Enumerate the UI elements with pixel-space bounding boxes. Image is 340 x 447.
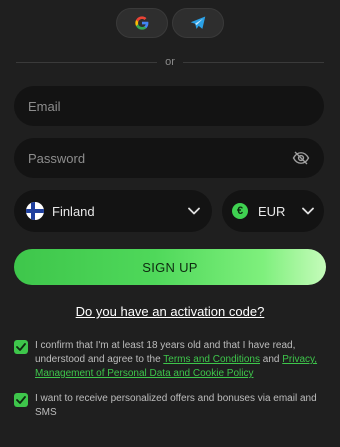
divider-line-left [16, 61, 158, 63]
or-divider: or [16, 56, 324, 68]
password-input[interactable] [28, 150, 278, 166]
email-input[interactable] [28, 98, 310, 114]
checkmark-icon [16, 396, 26, 404]
country-select[interactable]: Finland [14, 190, 212, 232]
activation-code-link[interactable]: Do you have an activation code? [0, 304, 340, 319]
terms-consent-row: I confirm that I'm at least 18 years old… [14, 339, 330, 381]
divider-line-right [182, 61, 324, 63]
terms-and-conditions-link[interactable]: Terms and Conditions [163, 354, 260, 365]
finland-flag-icon [26, 202, 44, 220]
checkmark-icon [16, 343, 26, 351]
terms-consent-text: I confirm that I'm at least 18 years old… [35, 339, 330, 381]
telegram-icon [190, 16, 206, 29]
google-login-button[interactable] [116, 8, 168, 38]
offers-consent-row: I want to receive personalized offers an… [14, 392, 330, 420]
currency-select[interactable]: € EUR [222, 190, 324, 232]
country-value: Finland [52, 203, 95, 219]
terms-checkbox[interactable] [14, 340, 28, 354]
chevron-down-icon [188, 207, 200, 215]
password-field[interactable] [14, 138, 324, 178]
eye-off-icon[interactable] [292, 150, 310, 166]
euro-icon: € [232, 203, 248, 219]
social-login-row [0, 8, 340, 40]
sign-up-button[interactable]: SIGN UP [14, 249, 326, 285]
offers-consent-text: I want to receive personalized offers an… [35, 393, 317, 418]
offers-checkbox[interactable] [14, 393, 28, 407]
terms-text-middle: and [259, 354, 283, 365]
email-field[interactable] [14, 86, 324, 126]
chevron-down-icon [302, 207, 314, 215]
divider-label: or [165, 56, 175, 68]
currency-value: EUR [258, 203, 286, 219]
google-icon [135, 16, 149, 30]
telegram-login-button[interactable] [172, 8, 224, 38]
